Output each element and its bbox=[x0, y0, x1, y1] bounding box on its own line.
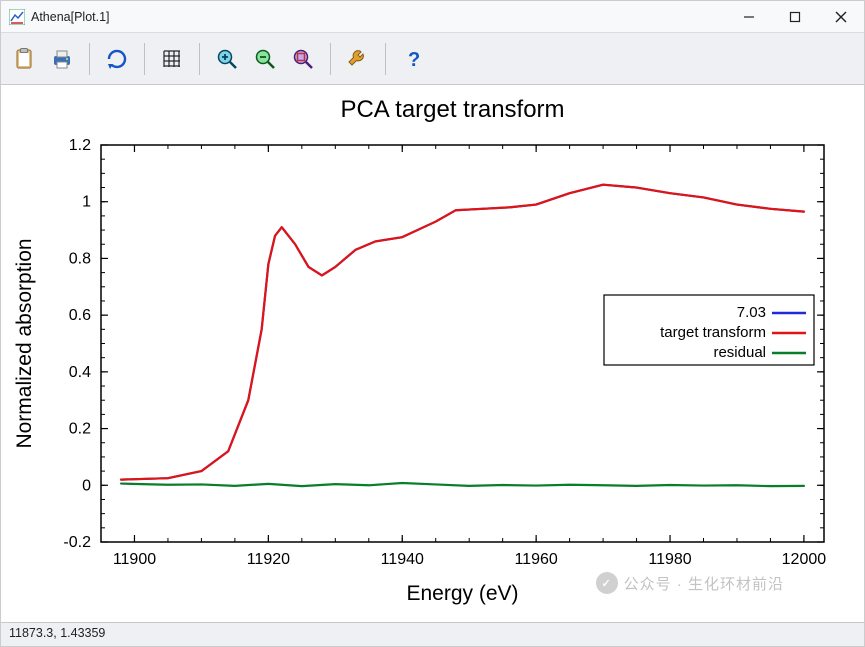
svg-text:11980: 11980 bbox=[648, 551, 691, 568]
svg-text:7.03: 7.03 bbox=[737, 304, 766, 321]
svg-text:0.6: 0.6 bbox=[69, 307, 91, 324]
svg-text:11920: 11920 bbox=[247, 551, 290, 568]
svg-text:?: ? bbox=[408, 49, 420, 70]
app-icon bbox=[9, 9, 25, 25]
maximize-button[interactable] bbox=[772, 1, 818, 32]
svg-text:Normalized absorption: Normalized absorption bbox=[13, 238, 36, 448]
wechat-icon: ✓ bbox=[596, 572, 618, 594]
window-title: Athena[Plot.1] bbox=[31, 10, 726, 24]
svg-text:11960: 11960 bbox=[514, 551, 557, 568]
cursor-coords: 11873.3, 1.43359 bbox=[9, 626, 105, 640]
zoom-in-icon[interactable] bbox=[212, 44, 242, 74]
svg-text:1.2: 1.2 bbox=[69, 137, 91, 154]
help-icon[interactable]: ? bbox=[398, 44, 428, 74]
svg-text:PCA target transform: PCA target transform bbox=[340, 96, 564, 123]
svg-text:0.4: 0.4 bbox=[69, 364, 91, 381]
svg-text:11940: 11940 bbox=[381, 551, 424, 568]
svg-text:0.2: 0.2 bbox=[69, 421, 91, 438]
wrench-icon[interactable] bbox=[343, 44, 373, 74]
svg-text:target transform: target transform bbox=[660, 324, 766, 341]
clipboard-icon[interactable] bbox=[9, 44, 39, 74]
statusbar: 11873.3, 1.43359 bbox=[1, 622, 864, 646]
svg-text:residual: residual bbox=[713, 344, 766, 361]
grid-icon[interactable] bbox=[157, 44, 187, 74]
svg-text:1: 1 bbox=[82, 194, 91, 211]
svg-text:-0.2: -0.2 bbox=[63, 534, 91, 551]
svg-text:0: 0 bbox=[82, 477, 91, 494]
zoom-box-icon[interactable] bbox=[288, 44, 318, 74]
watermark-text: 公众号 · 生化环材前沿 bbox=[624, 573, 784, 594]
refresh-icon[interactable] bbox=[102, 44, 132, 74]
zoom-out-icon[interactable] bbox=[250, 44, 280, 74]
toolbar: ? bbox=[1, 33, 864, 85]
titlebar: Athena[Plot.1] bbox=[1, 1, 864, 33]
plot-area[interactable]: 11900 11920 11940 11960 11980 12000 -0.2 0 0.2 0.… bbox=[1, 85, 864, 622]
print-icon[interactable] bbox=[47, 44, 77, 74]
minimize-button[interactable] bbox=[726, 1, 772, 32]
chart[interactable]: 11900 11920 11940 11960 11980 12000 -0.2 0 0.2 0.… bbox=[1, 85, 864, 622]
watermark: ✓ 公众号 · 生化环材前沿 bbox=[596, 572, 784, 594]
svg-text:12000: 12000 bbox=[782, 551, 827, 568]
svg-text:Energy (eV): Energy (eV) bbox=[406, 582, 518, 605]
window-controls bbox=[726, 1, 864, 32]
svg-text:11900: 11900 bbox=[113, 551, 156, 568]
close-button[interactable] bbox=[818, 1, 864, 32]
svg-text:0.8: 0.8 bbox=[69, 250, 91, 267]
